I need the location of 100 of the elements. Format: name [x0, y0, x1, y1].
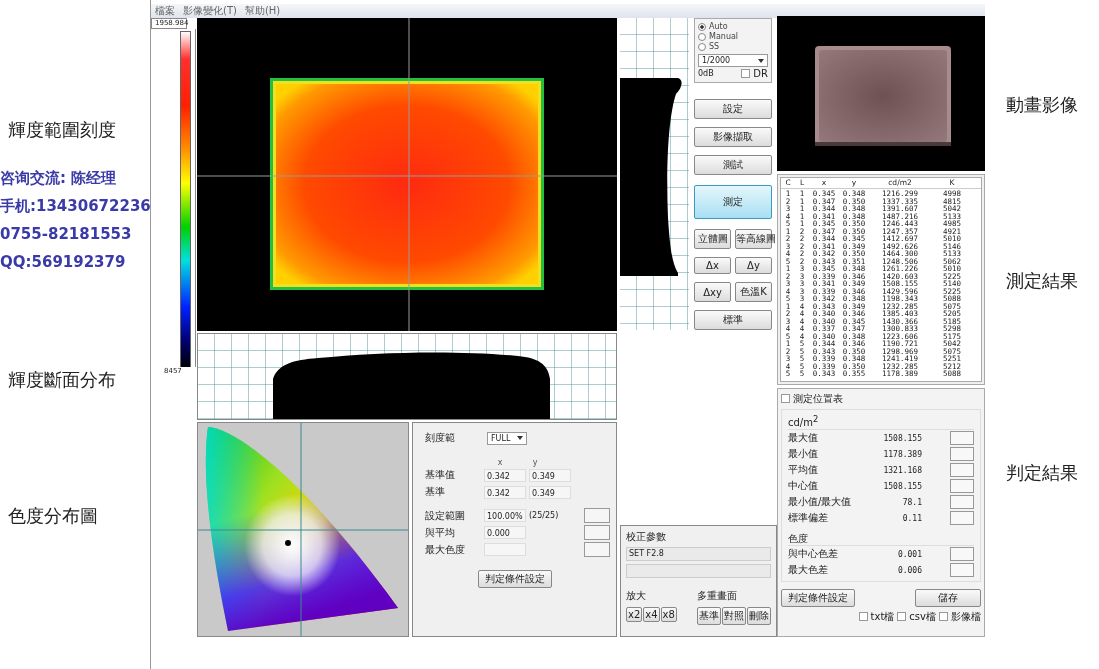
group-label: 多重畫面 [697, 589, 738, 603]
value-field[interactable]: 0.342 [484, 485, 526, 499]
checkbox[interactable] [858, 612, 868, 622]
result-value: 78.1 [901, 497, 922, 507]
checkbox[interactable] [939, 612, 948, 622]
result-label: 標準偏差 [788, 511, 829, 526]
menu-item[interactable]: 影像變化(T) [183, 5, 237, 17]
result-indicator [950, 563, 974, 578]
control-button[interactable]: Δxy [694, 282, 731, 302]
control-button[interactable]: 色溫K [735, 282, 772, 302]
shutter-dropdown[interactable]: 1/2000 [698, 54, 768, 67]
field-label: 最大色度 [424, 542, 466, 557]
control-button[interactable]: 測定 [694, 185, 772, 219]
checkbox-label: 影像檔 [951, 609, 981, 624]
result-indicator [950, 495, 974, 510]
contact-text: QQ:569192379 [0, 252, 127, 273]
gain-label: 0dB [698, 69, 714, 78]
result-value: 1321.168 [882, 465, 922, 475]
control-button[interactable]: 設定 [694, 99, 772, 119]
radio-button[interactable] [698, 22, 706, 31]
result-value: 0.11 [901, 513, 922, 523]
result-indicator [950, 547, 974, 562]
result-label: 最小值/最大值 [788, 495, 853, 510]
value-field[interactable]: 0.342 [484, 468, 526, 482]
control-button[interactable]: 影像擷取 [694, 127, 772, 147]
group-label: 放大 [626, 589, 647, 603]
small-button[interactable]: x2 [626, 607, 643, 622]
field-label: 與平均 [424, 525, 456, 540]
section-label: 色度 [788, 531, 974, 546]
radio-label: Auto [709, 22, 728, 31]
field-label: 基準 [424, 485, 446, 499]
annotation-label: 色度分布圖 [8, 504, 99, 528]
annotation-label: 判定結果 [1006, 461, 1078, 485]
result-indicator [950, 479, 974, 494]
result-indicator [584, 508, 610, 523]
judgement-settings-button[interactable]: 判定條件設定 [477, 570, 552, 588]
result-label: 最大色差 [788, 563, 829, 578]
parameter-field[interactable]: SET F2.8 [626, 547, 771, 561]
small-button[interactable]: 刪除 [747, 607, 771, 625]
column-header: y [531, 458, 539, 467]
result-indicator [950, 463, 974, 478]
small-button[interactable]: 基準 [697, 607, 721, 625]
checkbox-label: txt檔 [870, 609, 895, 624]
annotation-label: 測定結果 [1006, 269, 1078, 293]
unit-label: cd/m$^{2}$ [788, 412, 974, 430]
contact-text: 咨询交流: 陈经理 [0, 168, 118, 189]
annotation-label: 輝度斷面分布 [8, 368, 117, 392]
panel-title: 校正參數 [626, 530, 667, 544]
field-label: 刻度範 [424, 431, 456, 445]
checkbox-label: DR [753, 68, 768, 79]
control-button[interactable]: 標準 [694, 310, 772, 330]
value-field[interactable]: 100.00% [484, 509, 526, 522]
result-value: 1508.155 [882, 481, 922, 491]
radio-button[interactable] [698, 42, 706, 51]
small-button[interactable]: 對照 [722, 607, 746, 625]
result-value: 1178.389 [882, 449, 922, 459]
judgement-settings-button[interactable]: 判定條件設定 [781, 588, 855, 607]
range-dropdown[interactable]: FULL [487, 431, 527, 445]
small-button[interactable]: x4 [643, 607, 660, 622]
count-label: (25/25) [529, 511, 560, 520]
value-field[interactable]: 0.349 [529, 485, 571, 499]
result-indicator [950, 511, 974, 526]
checkbox-label: csv檔 [909, 609, 936, 624]
control-button[interactable]: 測試 [694, 155, 772, 175]
annotation-label: 輝度範圍刻度 [8, 118, 117, 142]
small-button[interactable]: x8 [660, 607, 677, 622]
control-button[interactable]: Δx [694, 257, 731, 274]
result-indicator [950, 431, 974, 446]
result-label: 與中心色差 [788, 547, 839, 562]
caret-icon [758, 58, 764, 63]
result-value: 1508.155 [882, 433, 922, 443]
result-value: 0.001 [896, 549, 922, 559]
caret-icon [517, 436, 523, 440]
radio-label: Manual [709, 32, 739, 41]
result-indicator [584, 525, 610, 540]
parameter-field[interactable] [626, 564, 771, 578]
result-label: 平均值 [788, 463, 819, 478]
result-label: 最大值 [788, 431, 819, 446]
contact-text: 0755-82181553 [0, 224, 133, 245]
checkbox[interactable] [897, 612, 907, 622]
value-field[interactable]: 0.349 [529, 468, 571, 482]
result-indicator [950, 447, 974, 462]
value-field[interactable] [484, 543, 526, 556]
control-button[interactable]: 立體圖 [694, 229, 731, 249]
save-button[interactable]: 儲存 [915, 588, 981, 607]
result-value: 0.006 [896, 565, 922, 575]
annotation-label: 動畫影像 [1006, 93, 1078, 117]
checkbox[interactable] [741, 69, 751, 78]
field-label: 設定範圍 [424, 508, 466, 523]
menu-item[interactable]: 檔案 [155, 5, 175, 17]
radio-button[interactable] [698, 32, 706, 41]
checkbox-label: 測定位置表 [793, 391, 843, 406]
value-field[interactable]: 0.000 [484, 526, 526, 539]
radio-label: SS [709, 42, 720, 51]
column-header: x [496, 458, 504, 467]
checkbox[interactable] [781, 394, 790, 403]
menu-item[interactable]: 幫助(H) [244, 5, 281, 17]
result-label: 中心值 [788, 479, 819, 494]
result-indicator [584, 542, 610, 557]
control-button[interactable]: Δy [735, 257, 772, 274]
